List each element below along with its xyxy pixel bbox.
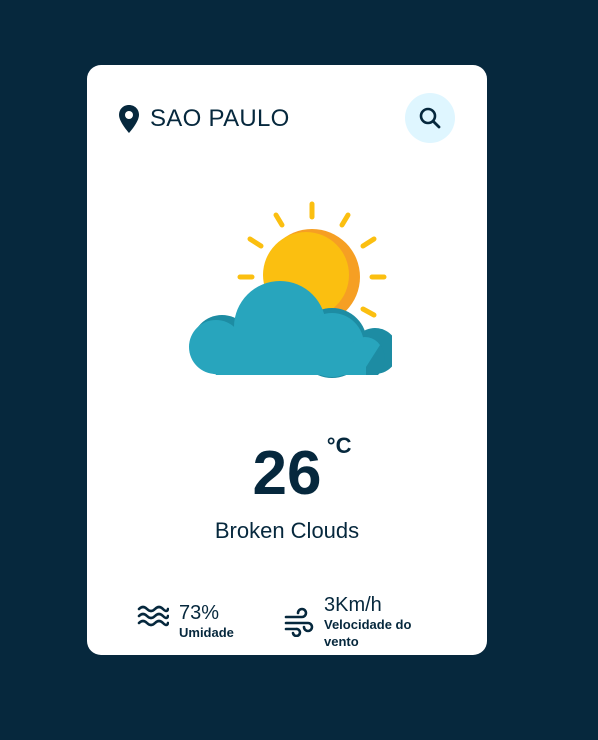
weather-card: SAO PAULO 26 °C Broken Clouds 73% Umidad… bbox=[87, 65, 487, 655]
humidity-detail: 73% Umidade bbox=[137, 602, 234, 641]
wind-speed-label: Velocidade do vento bbox=[324, 617, 412, 649]
city-name: SAO PAULO bbox=[150, 105, 290, 132]
humidity-value: 73% bbox=[179, 602, 220, 624]
sun-behind-cloud-icon bbox=[189, 201, 392, 378]
temperature-block: 26 °C bbox=[87, 435, 487, 505]
map-pin-icon bbox=[119, 105, 139, 133]
wind-detail: 3Km/h Velocidade do vento bbox=[284, 594, 434, 650]
temperature-value: 26 bbox=[252, 439, 322, 508]
wind-speed-value: 3Km/h bbox=[324, 594, 382, 616]
humidity-label: Umidade bbox=[179, 625, 234, 640]
temperature-unit: °C bbox=[326, 433, 352, 458]
search-button[interactable] bbox=[405, 93, 455, 143]
location: SAO PAULO bbox=[117, 103, 290, 135]
weather-description: Broken Clouds bbox=[214, 518, 360, 543]
wind-icon bbox=[284, 607, 314, 637]
search-icon bbox=[419, 107, 441, 129]
temperature: 26 °C bbox=[253, 435, 352, 505]
waves-icon bbox=[137, 605, 169, 627]
